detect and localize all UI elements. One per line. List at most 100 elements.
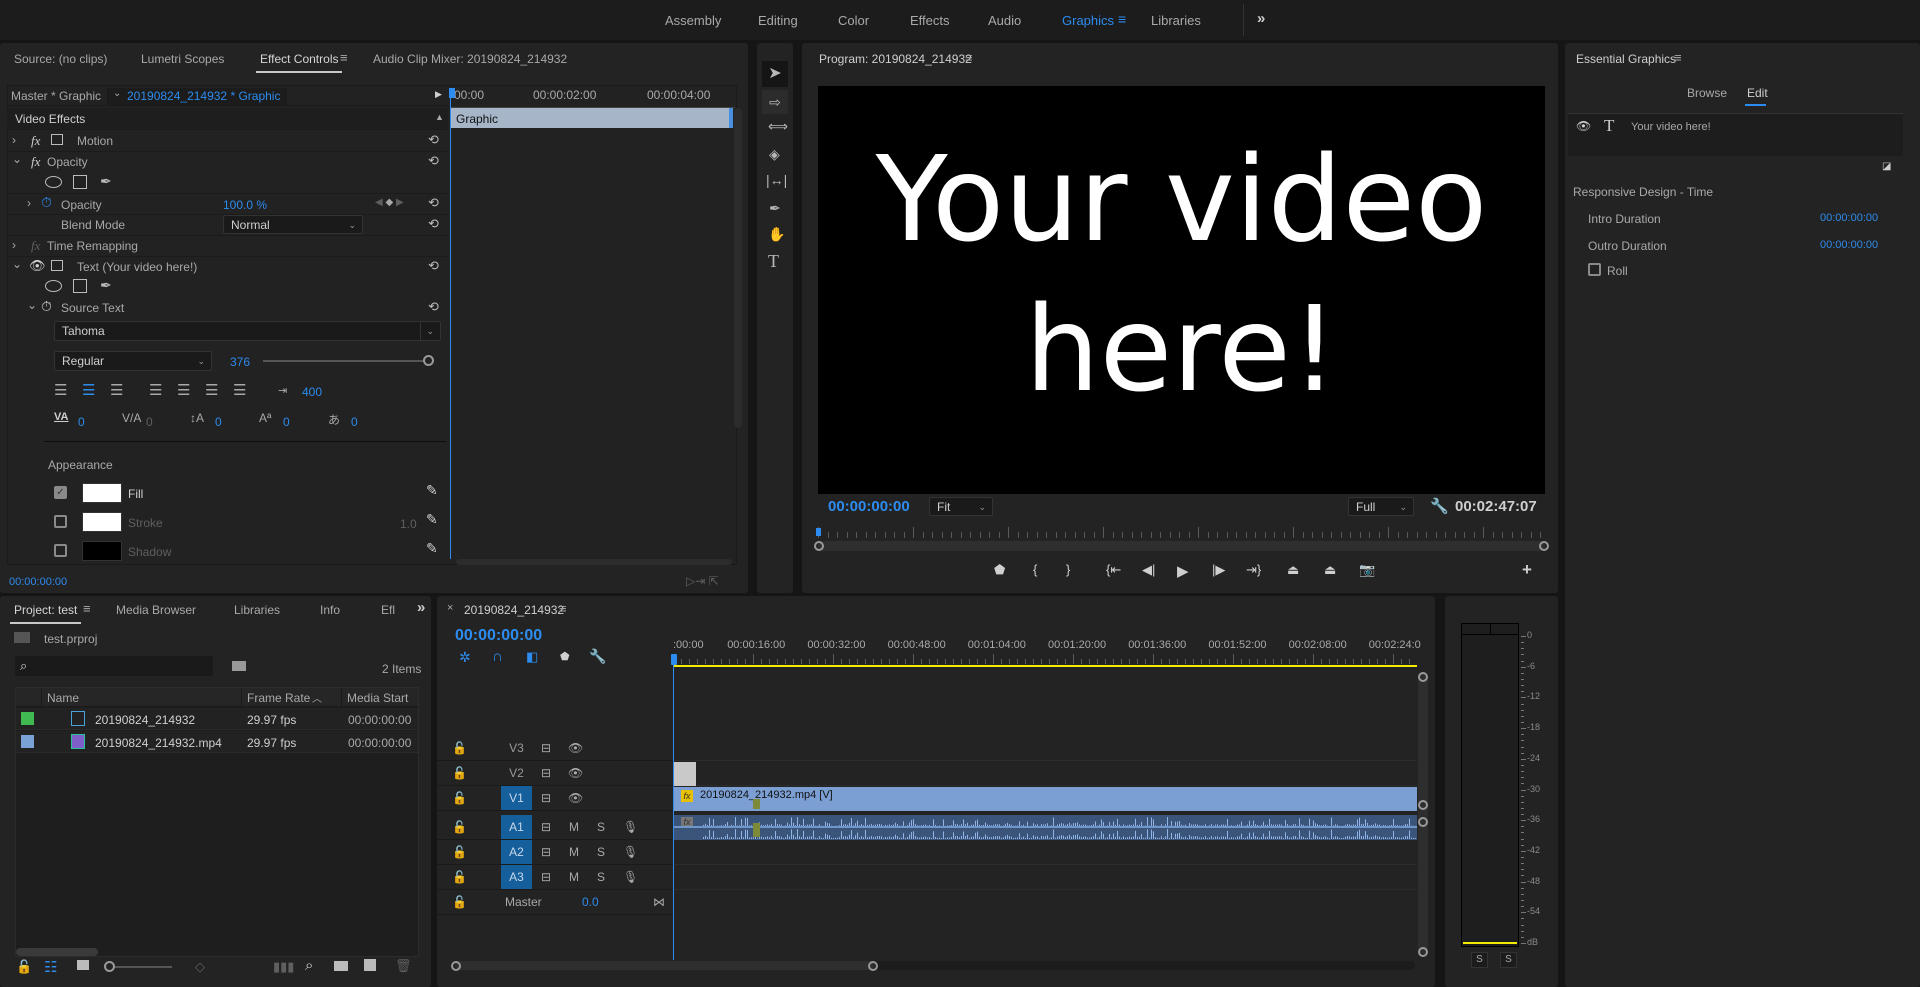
clip-v2-graphic[interactable] — [673, 762, 696, 786]
mute-button[interactable]: M — [569, 820, 579, 834]
track-lock-icon[interactable]: 🔓 — [452, 845, 467, 859]
align-center-icon[interactable]: ☰ — [82, 382, 95, 400]
eye-icon[interactable]: 👁 — [1576, 119, 1591, 133]
wrench-icon[interactable]: 🔧 — [589, 648, 606, 665]
microphone-icon[interactable]: 🎙 — [623, 845, 638, 859]
workspace-tab-libraries[interactable]: Libraries — [1151, 13, 1201, 28]
rectangle-mask-icon[interactable] — [73, 279, 87, 293]
font-size-slider[interactable] — [263, 360, 433, 362]
fx-icon[interactable]: fx — [31, 238, 40, 254]
playhead-timecode[interactable]: 00:00:00:00 — [828, 498, 910, 515]
font-size-value[interactable]: 376 — [230, 355, 250, 369]
tab-effects[interactable]: Efl — [381, 603, 395, 617]
label-color-swatch[interactable] — [21, 712, 34, 725]
column-header-frame-rate[interactable]: Frame Rate — [247, 691, 310, 705]
zoom-dropdown[interactable]: Fit ⌄ — [929, 497, 993, 516]
mark-in-icon[interactable]: { — [1033, 562, 1037, 577]
playhead-handle[interactable] — [671, 654, 677, 665]
eye-icon[interactable]: 👁 — [568, 766, 583, 780]
table-row[interactable]: 20190824_214932.mp4 29.97 fps 00:00:00:0… — [16, 731, 418, 753]
reset-icon[interactable]: ⟲ — [428, 299, 439, 315]
fill-checkbox[interactable]: ✓ — [54, 486, 67, 499]
panel-menu-icon[interactable]: ≡ — [965, 50, 973, 65]
opacity-value[interactable]: 100.0 % — [223, 198, 267, 212]
shadow-color-swatch[interactable] — [82, 541, 122, 561]
step-back-icon[interactable]: ◀| — [1142, 562, 1155, 578]
vertical-scrollbar[interactable] — [1418, 672, 1428, 954]
table-row[interactable]: 20190824_214932 29.97 fps 00:00:00:00 — [16, 708, 418, 730]
clip-v1-video[interactable]: fx 20190824_214932.mp4 [V] — [673, 787, 1417, 811]
type-tool-icon[interactable]: T — [768, 252, 779, 270]
pen-mask-icon[interactable]: ✒ — [100, 277, 112, 294]
reset-icon[interactable]: ⟲ — [428, 258, 439, 274]
export-frame-camera-icon[interactable]: 📷 — [1359, 562, 1375, 578]
time-ruler[interactable]: :00:00 00:00:16:00 00:00:32:00 00:00:48:00 0… — [673, 636, 1421, 666]
chevron-double-right-icon[interactable]: » — [1257, 10, 1265, 27]
font-style-dropdown[interactable]: Regular ⌄ — [54, 351, 212, 371]
time-ruler[interactable] — [818, 527, 1545, 539]
roll-checkbox[interactable] — [1588, 263, 1601, 276]
track-lock-icon[interactable]: 🔓 — [452, 820, 467, 834]
resolution-dropdown[interactable]: Full ⌄ — [1348, 497, 1414, 516]
clip-a1-audio[interactable]: fx — [673, 815, 1417, 840]
scroll-handle-left[interactable] — [814, 541, 824, 551]
solo-button[interactable]: S — [597, 820, 605, 834]
tab-width-value[interactable]: 400 — [302, 385, 322, 399]
snap-magnet-icon[interactable]: ∩ — [492, 648, 503, 665]
track-target-toggle[interactable]: V2 — [501, 761, 532, 785]
trash-icon[interactable]: 🗑 — [395, 958, 412, 974]
program-title[interactable]: Program: 20190824_214932 — [819, 52, 972, 66]
slip-tool-icon[interactable]: |↔| — [766, 173, 787, 187]
mute-button[interactable]: M — [569, 845, 579, 859]
stroke-color-swatch[interactable] — [82, 512, 122, 532]
track-target-toggle[interactable]: A3 — [501, 865, 532, 889]
panel-menu-icon[interactable]: ≡ — [1674, 50, 1682, 65]
reset-icon[interactable]: ⟲ — [428, 153, 439, 169]
panel-menu-icon[interactable]: ≡ — [83, 601, 91, 616]
eyedropper-icon[interactable]: ✎ — [426, 482, 438, 499]
linked-selection-icon[interactable]: ◧ — [526, 649, 538, 665]
automate-to-sequence-icon[interactable]: ▮▮▮ — [273, 959, 294, 975]
mark-out-icon[interactable]: } — [1066, 562, 1070, 577]
track-target-toggle[interactable]: A1 — [501, 815, 532, 839]
chevron-down-icon[interactable]: ⌄ — [12, 152, 22, 166]
extract-icon[interactable]: ⏏ — [1324, 562, 1336, 578]
column-header-name[interactable]: Name — [47, 691, 79, 705]
reset-icon[interactable]: ⟲ — [428, 216, 439, 232]
video-frame[interactable]: Your video here! — [818, 86, 1545, 494]
master-label[interactable]: Master * Graphic — [11, 89, 101, 103]
workspace-tab-graphics[interactable]: Graphics — [1062, 13, 1114, 28]
nest-icon[interactable]: ✲ — [459, 649, 471, 666]
workspace-tab-assembly[interactable]: Assembly — [665, 13, 721, 28]
mini-clip-graphic[interactable]: Graphic — [450, 108, 733, 128]
scroll-handle[interactable] — [1418, 947, 1428, 957]
eye-icon[interactable]: 👁 — [29, 258, 46, 274]
horizontal-scrollbar[interactable] — [456, 559, 732, 565]
track-lock-icon[interactable]: 🔓 — [452, 791, 467, 805]
effect-opacity[interactable]: ⌄ fx Opacity ⟲ — [7, 151, 448, 172]
solo-left-button[interactable]: S — [1471, 952, 1488, 968]
scroll-handle[interactable] — [451, 961, 461, 971]
workspace-tab-audio[interactable]: Audio — [988, 13, 1021, 28]
solo-button[interactable]: S — [597, 845, 605, 859]
track-lock-icon[interactable]: 🔓 — [452, 766, 467, 780]
align-left-icon[interactable]: ☰ — [54, 382, 67, 400]
export-icons[interactable]: ▷⇥ ⇱ — [686, 574, 719, 588]
new-layer-icon[interactable]: ◪ — [1882, 161, 1891, 172]
align-right-icon[interactable]: ☰ — [110, 382, 123, 400]
fx-badge-icon[interactable]: fx — [681, 790, 693, 802]
workspace-tab-editing[interactable]: Editing — [758, 13, 798, 28]
stroke-checkbox[interactable] — [54, 515, 67, 528]
workspace-menu-icon[interactable]: ≡ — [1118, 11, 1126, 27]
work-area-bar[interactable] — [673, 665, 1417, 667]
sync-lock-icon[interactable]: ⊟ — [541, 870, 551, 884]
add-marker-icon[interactable]: ⬟ — [560, 650, 570, 663]
stroke-width-value[interactable]: 1.0 — [400, 517, 417, 531]
tab-effect-controls[interactable]: Effect Controls — [255, 52, 343, 73]
microphone-icon[interactable]: 🎙 — [623, 870, 638, 884]
add-marker-icon[interactable]: ⬟ — [994, 562, 1005, 578]
playhead[interactable] — [450, 89, 451, 559]
reset-icon[interactable]: ⟲ — [428, 195, 439, 211]
sync-lock-icon[interactable]: ⊟ — [541, 845, 551, 859]
horizontal-scrollbar[interactable] — [16, 948, 98, 956]
